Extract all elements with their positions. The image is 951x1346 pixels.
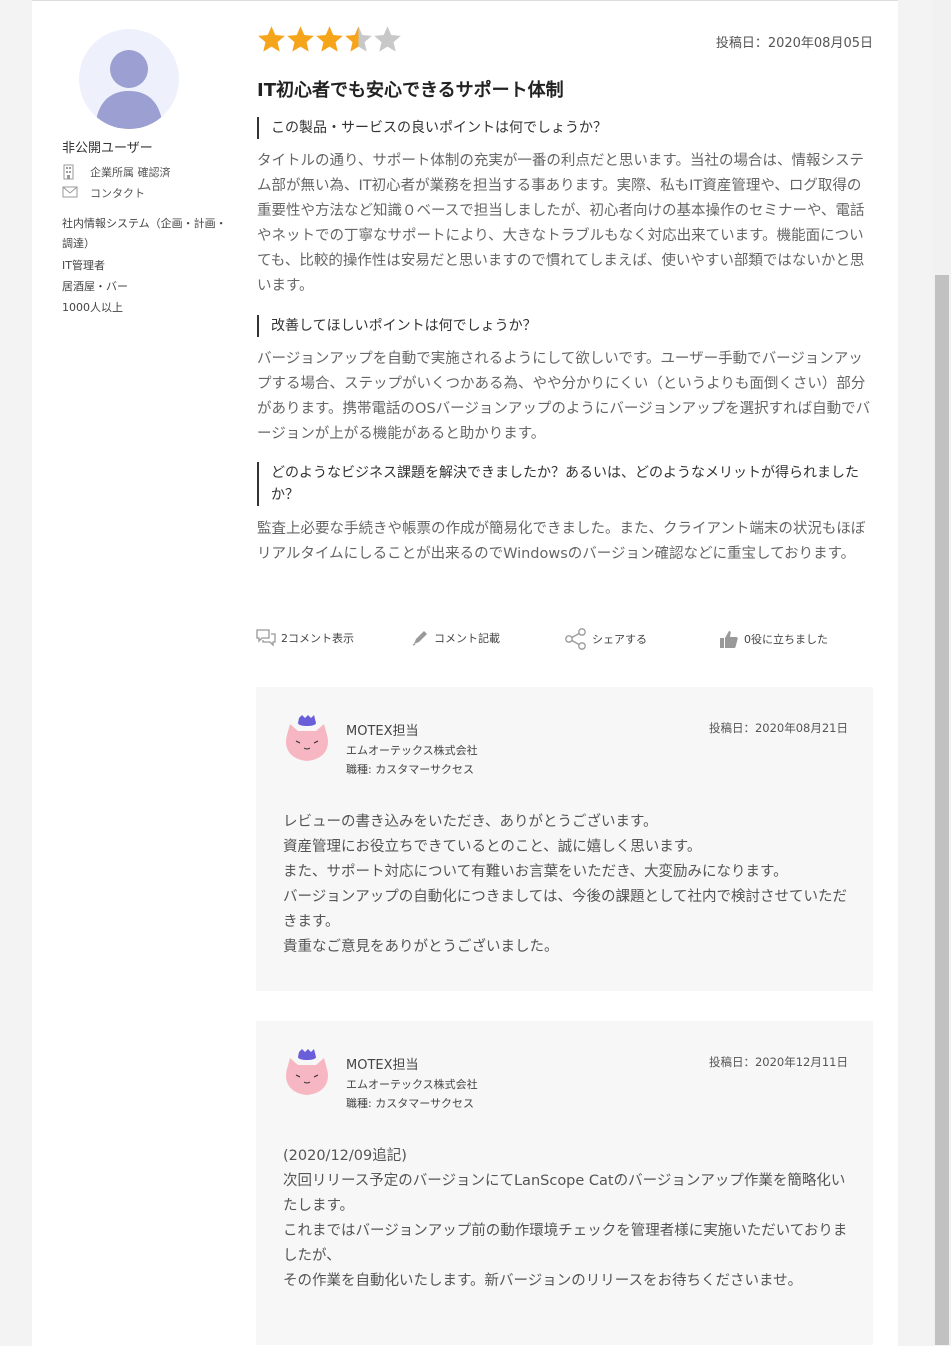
- reply-text: (2020/12/09追記) 次回リリース予定のバージョンにてLanScope …: [283, 1148, 848, 1289]
- reply-role: 職種: カスタマーサクセス: [346, 763, 474, 776]
- helpful-label: 0役に立ちました: [744, 633, 828, 646]
- vendor-reply: MOTEX担当 エムオーテックス株式会社 職種: カスタマーサクセス 投稿日：2…: [256, 687, 873, 991]
- reply-text: レビューの書き込みをいただき、ありがとうございます。 資産管理にお役立ちできてい…: [283, 814, 848, 955]
- question-heading: どのようなビジネス課題を解決できましたか？あるいは、どのようなメリットが得られま…: [257, 462, 876, 506]
- question-answer: 監査上必要な手続きや帳票の作成が簡易化できました。また、クライアント端末の状況も…: [257, 521, 866, 562]
- question-heading: 改善してほしいポイントは何でしょうか？: [257, 315, 871, 337]
- share-label: シェアする: [592, 633, 647, 646]
- user-company-size: 1000人以上: [62, 301, 123, 314]
- cat-mascot-icon: [286, 715, 328, 761]
- vendor-reply: MOTEX担当 エムオーテックス株式会社 職種: カスタマーサクセス 投稿日：2…: [256, 1021, 873, 1345]
- share-icon: [565, 628, 586, 650]
- write-comment-label: コメント記載: [434, 632, 500, 645]
- comments-icon: [256, 629, 276, 647]
- share-button[interactable]: シェアする: [564, 628, 647, 650]
- reply-author: MOTEX担当: [346, 724, 419, 739]
- user-name: 非公開ユーザー: [62, 141, 153, 156]
- reply-role: 職種: カスタマーサクセス: [346, 1097, 474, 1110]
- star-icon: [345, 26, 372, 52]
- contact-link[interactable]: コンタクト: [62, 185, 145, 201]
- reply-company: エムオーテックス株式会社: [346, 1078, 478, 1091]
- star-icon: [287, 26, 314, 52]
- pencil-icon: [412, 631, 427, 646]
- mail-icon: [62, 185, 78, 201]
- company-verified-row: 企業所属 確認済: [62, 164, 171, 180]
- reply-author: MOTEX担当: [346, 1058, 419, 1073]
- show-comments-button[interactable]: 2コメント表示: [255, 628, 354, 648]
- comments-label: 2コメント表示: [281, 632, 354, 645]
- review-title: IT初心者でも安心できるサポート体制: [257, 80, 564, 101]
- question-answer: タイトルの通り、サポート体制の充実が一番の利点だと思います。当社の場合は、情報シ…: [257, 153, 865, 294]
- user-industry: 居酒屋・バー: [62, 280, 128, 293]
- helpful-button[interactable]: 0役に立ちました: [718, 628, 828, 650]
- building-icon: [62, 164, 78, 180]
- reply-date: 投稿日：2020年12月11日: [708, 1055, 848, 1069]
- star-rating: [257, 25, 402, 54]
- question-heading: この製品・サービスの良いポイントは何でしょうか？: [257, 117, 871, 139]
- user-department: 社内情報システム（企画・計画・調達）: [62, 217, 227, 250]
- mascot-avatar: [284, 1049, 330, 1103]
- star-icon: [374, 26, 401, 52]
- user-silhouette-icon: [95, 50, 163, 129]
- user-position: IT管理者: [62, 259, 105, 272]
- mascot-avatar: [284, 715, 330, 769]
- cat-mascot-icon: [286, 1049, 328, 1095]
- company-verified-label: 企業所属 確認済: [90, 166, 171, 179]
- scrollbar-thumb[interactable]: [935, 275, 949, 1345]
- reply-date: 投稿日：2020年08月21日: [708, 721, 848, 735]
- review-date: 投稿日：2020年08月05日: [715, 36, 873, 51]
- user-avatar: [79, 29, 179, 129]
- contact-label: コンタクト: [90, 187, 145, 200]
- star-icon: [316, 26, 343, 52]
- write-comment-button[interactable]: コメント記載: [410, 628, 500, 648]
- thumbs-up-icon: [720, 631, 738, 648]
- question-answer: バージョンアップを自動で実施されるようにして欲しいです。ユーザー手動でバージョン…: [257, 351, 871, 442]
- star-icon: [258, 26, 285, 52]
- review-actions: 2コメント表示 コメント記載 シェアする 0役に立ちました: [255, 628, 875, 652]
- reply-company: エムオーテックス株式会社: [346, 744, 478, 757]
